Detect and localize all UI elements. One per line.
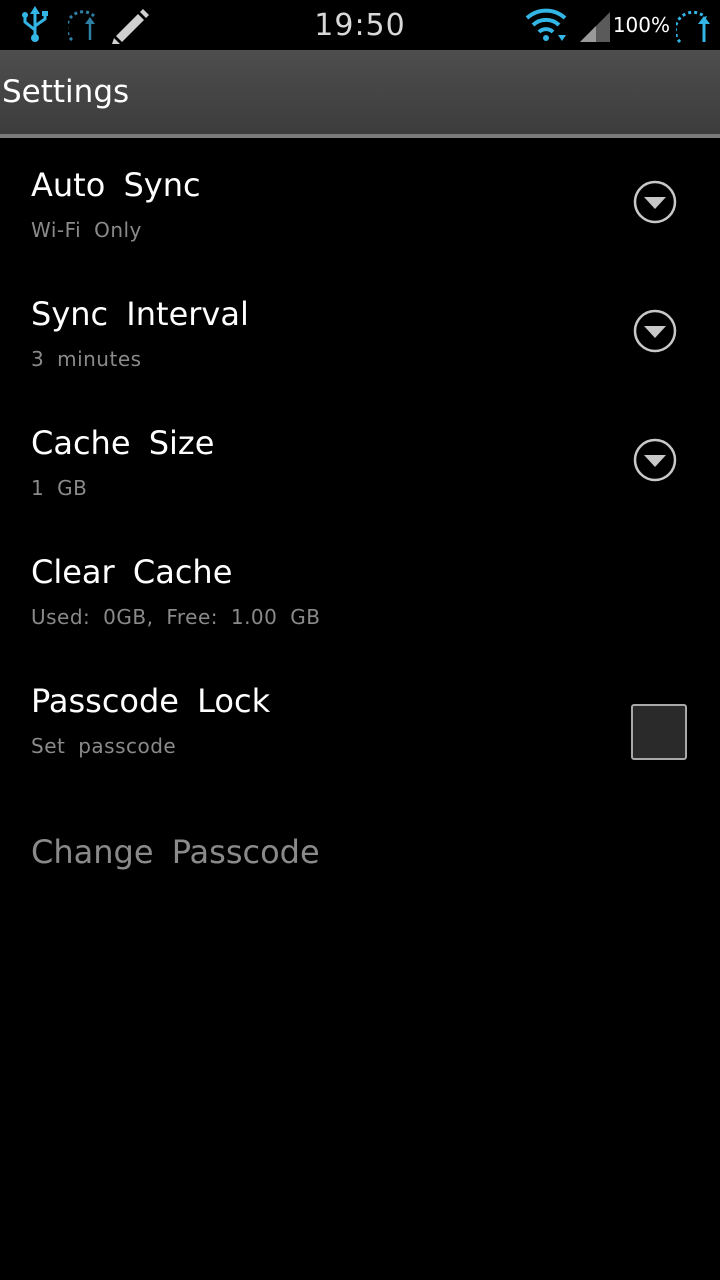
action-bar: Settings [0,50,720,138]
settings-list: Auto Sync Wi-Fi Only Sync Interval 3 min… [0,138,720,912]
status-bar: 19:50 100% [0,0,720,50]
wifi-icon [525,8,567,41]
setting-label: Auto Sync [31,166,201,204]
signal-icon [580,12,610,42]
passcode-lock-checkbox[interactable] [631,704,687,760]
dropdown-arrow-icon[interactable] [633,180,677,224]
setting-cache-size[interactable]: Cache Size 1 GB [0,396,720,525]
setting-label: Change Passcode [31,833,320,871]
setting-summary: Used: 0GB, Free: 1.00 GB [31,605,321,629]
setting-label: Passcode Lock [31,682,271,720]
setting-label: Cache Size [31,424,215,462]
setting-label: Clear Cache [31,553,233,591]
setting-sync-interval[interactable]: Sync Interval 3 minutes [0,267,720,396]
setting-summary: Set passcode [31,734,177,758]
battery-charging-icon [676,10,710,44]
setting-passcode-lock[interactable]: Passcode Lock Set passcode [0,654,720,783]
setting-clear-cache[interactable]: Clear Cache Used: 0GB, Free: 1.00 GB [0,525,720,654]
dropdown-arrow-icon[interactable] [633,309,677,353]
setting-summary: Wi-Fi Only [31,218,142,242]
setting-change-passcode: Change Passcode [0,783,720,912]
setting-summary: 3 minutes [31,347,142,371]
dropdown-arrow-icon[interactable] [633,438,677,482]
page-title: Settings [2,74,130,110]
setting-summary: 1 GB [31,476,88,500]
battery-percentage: 100% [612,13,670,37]
setting-auto-sync[interactable]: Auto Sync Wi-Fi Only [0,138,720,267]
setting-label: Sync Interval [31,295,249,333]
